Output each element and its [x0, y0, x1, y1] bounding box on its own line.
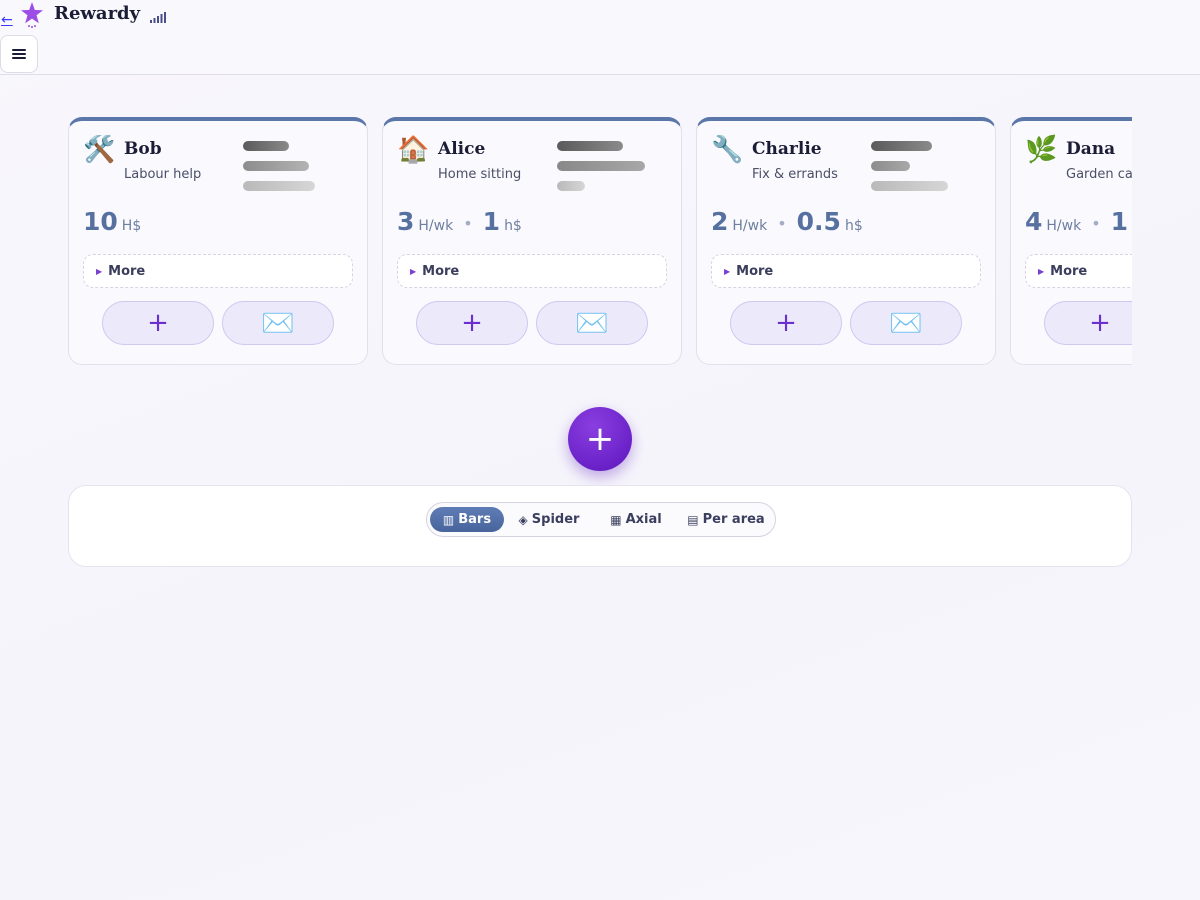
helper-name: Charlie: [752, 139, 822, 159]
helper-name: Bob: [124, 139, 162, 159]
helper-name: Alice: [438, 139, 486, 159]
stat-value: 3: [397, 207, 415, 236]
more-label: More: [422, 263, 460, 279]
caret-right-icon: ▶: [410, 266, 417, 276]
helper-stats: 2 H/wk • 0.5 h$: [711, 207, 863, 241]
stat-unit: H/wk: [1046, 218, 1082, 234]
plus-icon: +: [461, 308, 483, 338]
app-title: Rewardy: [54, 3, 141, 24]
tab-bars[interactable]: ▥ Bars: [430, 507, 504, 532]
stat-unit: h$: [844, 218, 863, 234]
house-icon: 🏠: [397, 135, 430, 165]
caret-right-icon: ▶: [724, 266, 731, 276]
wrench-icon: 🔧: [711, 135, 744, 165]
tab-per-area[interactable]: ▤ Per area: [683, 507, 769, 532]
tab-axial[interactable]: ▦ Axial: [603, 507, 669, 532]
signal-strength-icon: [150, 12, 166, 23]
add-button[interactable]: +: [102, 301, 214, 345]
tab-label: Bars: [458, 512, 492, 527]
hamburger-menu-button[interactable]: [0, 35, 38, 73]
stat-unit: h$: [504, 218, 522, 234]
star-logo-icon: [21, 2, 43, 28]
message-button[interactable]: ✉️: [222, 301, 334, 345]
hammer-wrench-icon: 🛠️: [83, 135, 116, 165]
stat-unit: H/wk: [732, 218, 768, 234]
back-link[interactable]: ←: [1, 12, 13, 28]
view-mode-tabs: ▥ Bars ◈ Spider ▦ Axial ▤ Per area: [426, 502, 776, 537]
grid-icon: ▦: [610, 512, 622, 527]
stat-value: 10: [83, 207, 118, 236]
plus-icon: +: [1089, 308, 1111, 338]
plus-icon: +: [585, 419, 615, 459]
envelope-icon: ✉️: [889, 307, 923, 339]
app-header: ← Rewardy: [0, 0, 1200, 75]
helper-card: 🛠️ Bob Labour help 10 H$ ▶ More + ✉️: [68, 117, 368, 365]
list-icon: ▤: [687, 512, 699, 527]
helper-role: Fix & errands: [752, 167, 838, 182]
more-toggle[interactable]: ▶ More: [711, 254, 981, 288]
plus-icon: +: [147, 308, 169, 338]
helper-card: 🌿 Dana Garden care 4 H/wk • 1 h$ ▶ More …: [1010, 117, 1132, 365]
chart-view-panel: ▥ Bars ◈ Spider ▦ Axial ▤ Per area: [68, 485, 1132, 567]
message-button[interactable]: ✉️: [536, 301, 648, 345]
helper-stats: 4 H/wk • 1 h$: [1025, 207, 1132, 241]
herb-icon: 🌿: [1025, 135, 1058, 165]
skill-bar: [871, 181, 948, 191]
plus-icon: +: [775, 308, 797, 338]
skill-bar: [243, 181, 315, 191]
tab-label: Per area: [702, 512, 765, 527]
stat-value: 2: [711, 207, 729, 236]
skill-bar: [243, 141, 289, 151]
stat-value: 4: [1025, 207, 1043, 236]
more-label: More: [736, 263, 774, 279]
envelope-icon: ✉️: [575, 307, 609, 339]
more-toggle[interactable]: ▶ More: [397, 254, 667, 288]
add-button[interactable]: +: [730, 301, 842, 345]
more-label: More: [1050, 263, 1088, 279]
helper-card: 🏠 Alice Home sitting 3 H/wk • 1 h$ ▶ Mor…: [382, 117, 682, 365]
caret-right-icon: ▶: [96, 266, 103, 276]
skill-bar: [871, 161, 910, 171]
helper-name: Dana: [1066, 139, 1116, 159]
envelope-icon: ✉️: [261, 307, 295, 339]
skill-bar: [871, 141, 932, 151]
add-button[interactable]: +: [1044, 301, 1132, 345]
helper-stats: 10 H$: [83, 207, 141, 241]
tab-spider[interactable]: ◈ Spider: [513, 507, 585, 532]
tab-label: Axial: [625, 512, 662, 527]
stat-unit: H$: [121, 218, 142, 234]
helper-role: Garden care: [1066, 167, 1132, 182]
skill-bar: [557, 181, 585, 191]
separator-dot: •: [463, 214, 473, 233]
skill-bar: [557, 161, 645, 171]
stat-unit: H/wk: [418, 218, 454, 234]
separator-dot: •: [1091, 214, 1101, 233]
helper-role: Home sitting: [438, 167, 522, 182]
skill-bar: [243, 161, 309, 171]
more-toggle[interactable]: ▶ More: [83, 254, 353, 288]
hamburger-icon: [12, 49, 26, 59]
more-label: More: [108, 263, 146, 279]
diamond-icon: ◈: [518, 512, 528, 527]
message-button[interactable]: ✉️: [850, 301, 962, 345]
stat-value: 1: [1110, 207, 1129, 236]
add-helper-button[interactable]: +: [568, 407, 632, 471]
stat-value: 0.5: [796, 207, 841, 236]
helper-role: Labour help: [124, 167, 202, 182]
helpers-card-strip[interactable]: 🛠️ Bob Labour help 10 H$ ▶ More + ✉️ 🏠 A…: [68, 117, 1132, 367]
helper-card: 🔧 Charlie Fix & errands 2 H/wk • 0.5 h$ …: [696, 117, 996, 365]
bars-icon: ▥: [442, 512, 455, 527]
caret-right-icon: ▶: [1038, 266, 1045, 276]
add-button[interactable]: +: [416, 301, 528, 345]
tab-label: Spider: [531, 512, 580, 527]
helper-stats: 3 H/wk • 1 h$: [397, 207, 522, 241]
separator-dot: •: [777, 214, 787, 233]
more-toggle[interactable]: ▶ More: [1025, 254, 1132, 288]
skill-bar: [557, 141, 623, 151]
stat-value: 1: [482, 207, 501, 236]
